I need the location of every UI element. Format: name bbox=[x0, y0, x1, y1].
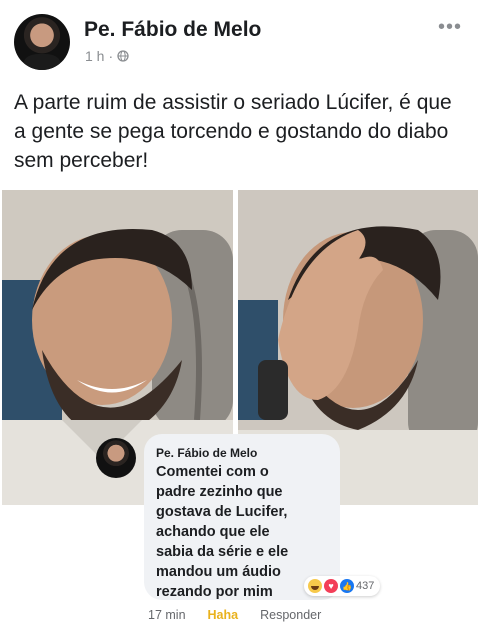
author-name[interactable]: Pe. Fábio de Melo bbox=[84, 18, 261, 42]
post-time[interactable]: 1 h bbox=[85, 48, 104, 64]
like-reaction-icon: 👍 bbox=[340, 579, 354, 593]
post-text: A parte ruim de assistir o seriado Lúcif… bbox=[14, 91, 452, 172]
comment-actions: 17 min Haha Responder bbox=[148, 608, 321, 622]
haha-reaction-button[interactable]: Haha bbox=[208, 608, 239, 622]
post-header: Pe. Fábio de Melo 1 h · ••• bbox=[14, 14, 466, 74]
comment-author-avatar[interactable] bbox=[96, 438, 136, 478]
comment-author-name[interactable]: Pe. Fábio de Melo bbox=[156, 446, 257, 460]
haha-reaction-icon bbox=[308, 579, 322, 593]
more-dots-icon[interactable]: ••• bbox=[438, 16, 462, 39]
comment-reactions[interactable]: ♥ 👍 437 bbox=[304, 576, 381, 596]
reply-button[interactable]: Responder bbox=[260, 608, 321, 622]
globe-icon bbox=[117, 50, 129, 62]
facebook-post: Pe. Fábio de Melo 1 h · ••• A parte ruim… bbox=[0, 0, 480, 640]
meta-separator: · bbox=[108, 48, 114, 64]
author-avatar[interactable] bbox=[14, 14, 70, 70]
reaction-count: 437 bbox=[356, 580, 375, 592]
comment: Pe. Fábio de Melo Comentei com o padre z… bbox=[96, 430, 400, 630]
comment-time[interactable]: 17 min bbox=[148, 608, 186, 622]
post-meta: 1 h · bbox=[85, 48, 129, 64]
comment-bubble: Pe. Fábio de Melo Comentei com o padre z… bbox=[144, 434, 340, 600]
love-reaction-icon: ♥ bbox=[324, 579, 338, 593]
